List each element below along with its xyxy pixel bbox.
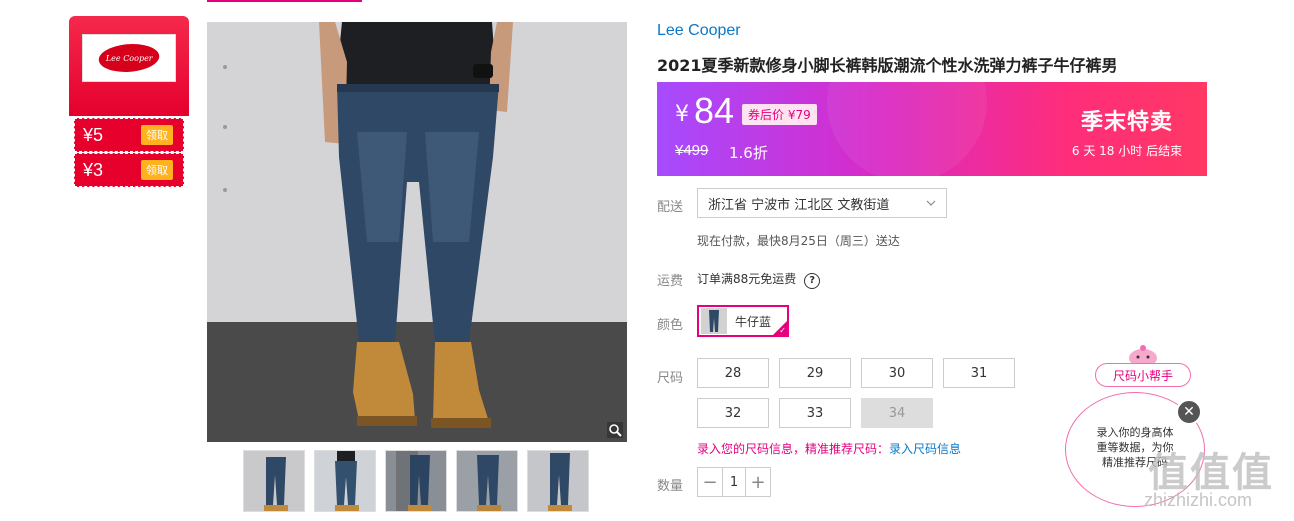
price-banner: ¥ 84 券后价 ¥79 ¥499 1.6折 季末特卖 6 天 18 小时 后结… <box>657 82 1207 176</box>
product-title: 2021夏季新款修身小脚长裤韩版潮流个性水洗弹力裤子牛仔裤男 <box>657 56 1118 75</box>
coupon-3[interactable]: ¥3 领取 <box>74 153 184 187</box>
thumbnail-image <box>315 451 375 511</box>
claim-coupon-button[interactable]: 领取 <box>141 125 173 145</box>
thumbnail-image <box>457 451 517 511</box>
enter-size-info-link[interactable]: 录入尺码信息 <box>889 442 961 456</box>
promo-countdown: 6 天 18 小时 后结束 <box>1071 144 1183 158</box>
size-option-34-disabled: 34 <box>861 398 933 428</box>
address-value: 浙江省 宁波市 江北区 文教街道 <box>708 197 890 213</box>
product-thumbnail[interactable] <box>314 450 376 512</box>
coupon-price-badge: 券后价 ¥79 <box>742 104 817 125</box>
product-thumbnail[interactable] <box>527 450 589 512</box>
discount-rate: 1.6折 <box>729 144 768 162</box>
size-option-33[interactable]: 33 <box>779 398 851 428</box>
product-thumbnail[interactable] <box>243 450 305 512</box>
coupon-5[interactable]: ¥5 领取 <box>74 118 184 152</box>
quantity-label: 数量 <box>657 479 684 494</box>
size-option-28[interactable]: 28 <box>697 358 769 388</box>
quantity-stepper: − 1 + <box>697 467 771 497</box>
freight-info: 订单满88元免运费 ? <box>697 270 821 289</box>
chevron-down-icon <box>926 200 936 206</box>
size-hint-text: 录入您的尺码信息，精准推荐尺码： <box>697 442 890 456</box>
size-label: 尺码 <box>657 371 684 386</box>
color-option-label: 牛仔蓝 <box>735 314 772 329</box>
watermark-url: zhizhizhi.com <box>1144 490 1253 510</box>
logo-text: Lee Cooper <box>105 53 153 63</box>
coupon-amount: ¥5 <box>83 124 104 145</box>
size-helper-title[interactable]: 尺码小帮手 <box>1095 363 1191 387</box>
main-product-image[interactable] <box>207 22 627 442</box>
color-option-selected[interactable]: 牛仔蓝 ✓ <box>697 305 789 337</box>
thumbnail-image <box>386 451 446 511</box>
close-icon[interactable]: ✕ <box>1176 399 1202 425</box>
delivery-estimate: 现在付款，最快8月25日（周三）送达 <box>697 234 900 248</box>
claim-coupon-button[interactable]: 领取 <box>141 160 173 180</box>
thumbnail-image <box>528 451 588 511</box>
decorative-bubble <box>827 82 987 176</box>
decrease-quantity-button[interactable]: − <box>698 468 722 496</box>
size-hint: 录入您的尺码信息，精准推荐尺码：录入尺码信息 <box>697 440 961 457</box>
zoom-icon[interactable] <box>607 422 623 438</box>
currency-symbol: ¥ <box>675 102 689 127</box>
brand-logo[interactable]: Lee Cooper <box>82 34 176 82</box>
brand-coupon-card: Lee Cooper <box>69 16 189 116</box>
quantity-input[interactable]: 1 <box>722 468 746 496</box>
freight-text: 订单满88元免运费 <box>697 272 797 286</box>
current-price: 84 <box>694 90 735 131</box>
size-option-30[interactable]: 30 <box>861 358 933 388</box>
address-select[interactable]: 浙江省 宁波市 江北区 文教街道 <box>697 188 947 218</box>
active-tab-indicator <box>207 0 362 2</box>
thumbnail-image <box>244 451 304 511</box>
promo-title: 季末特卖 <box>1080 110 1173 135</box>
size-option-32[interactable]: 32 <box>697 398 769 428</box>
jeans-model-photo <box>207 22 627 442</box>
brand-link[interactable]: Lee Cooper <box>657 22 741 40</box>
help-icon[interactable]: ? <box>804 273 821 289</box>
original-price: ¥499 <box>675 142 709 159</box>
color-label: 颜色 <box>657 318 684 333</box>
lee-cooper-logo-icon: Lee Cooper <box>95 44 163 72</box>
color-thumbnail <box>701 308 727 334</box>
product-thumbnail[interactable] <box>456 450 518 512</box>
checkmark-icon: ✓ <box>779 326 786 335</box>
size-helper-line1: 录入你的身高体 <box>1096 426 1174 439</box>
shipping-label: 配送 <box>657 200 684 215</box>
increase-quantity-button[interactable]: + <box>746 468 770 496</box>
size-option-31[interactable]: 31 <box>943 358 1015 388</box>
freight-label: 运费 <box>657 274 684 289</box>
product-thumbnail[interactable] <box>385 450 447 512</box>
coupon-amount: ¥3 <box>83 159 104 180</box>
size-option-29[interactable]: 29 <box>779 358 851 388</box>
